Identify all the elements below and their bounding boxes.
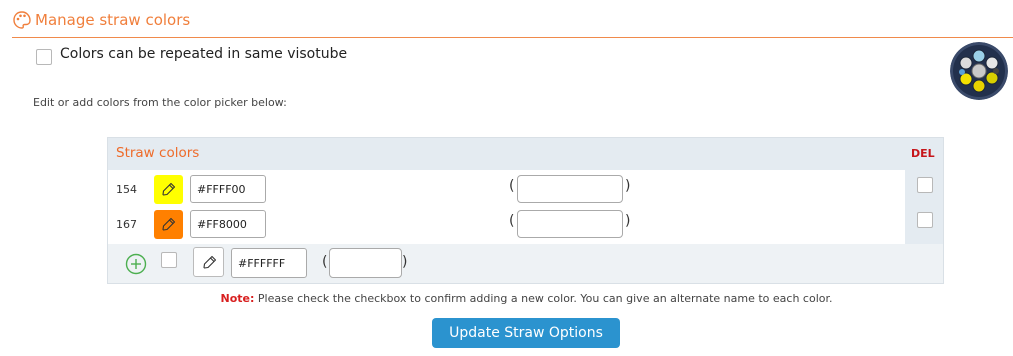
delete-checkbox[interactable]	[917, 177, 933, 193]
section-header: Manage straw colors	[12, 8, 1013, 38]
color-id: 167	[116, 218, 137, 231]
paren-open: (	[509, 178, 515, 194]
color-swatch-button[interactable]	[154, 210, 183, 239]
instruction-text: Edit or add colors from the color picker…	[33, 96, 287, 109]
alternate-name-input[interactable]	[517, 210, 623, 238]
eyedropper-icon	[203, 255, 217, 269]
paren-close: )	[625, 213, 631, 229]
table-row: 154 #FFFF00 ( )	[108, 172, 933, 205]
eyedropper-icon	[162, 182, 176, 196]
note-label: Note:	[220, 292, 255, 305]
paren-close: )	[402, 254, 408, 270]
visotube-thumbnail	[950, 42, 1008, 100]
table-header: Straw colors DEL	[108, 138, 943, 170]
color-swatch-button[interactable]	[154, 175, 183, 204]
paren-close: )	[625, 178, 631, 194]
hex-input[interactable]: #FF8000	[190, 210, 266, 238]
repeat-colors-checkbox[interactable]	[36, 48, 52, 65]
note-text: Note: Please check the checkbox to confi…	[0, 292, 1013, 305]
color-id: 154	[116, 183, 137, 196]
confirm-new-color-checkbox[interactable]	[161, 252, 177, 268]
update-straw-options-button[interactable]: Update Straw Options	[432, 318, 620, 348]
add-icon[interactable]	[125, 253, 147, 275]
delete-checkbox[interactable]	[917, 212, 933, 228]
straw-colors-table: Straw colors DEL 154 #FFFF00 ( ) 167 #FF…	[107, 137, 944, 284]
page-title: Manage straw colors	[35, 11, 191, 29]
table-row: 167 #FF8000 ( )	[108, 207, 933, 240]
repeat-colors-option[interactable]: Colors can be repeated in same visotube	[36, 46, 347, 66]
hex-input[interactable]: #FFFF00	[190, 175, 266, 203]
alternate-name-input[interactable]	[517, 175, 623, 203]
color-picker-button[interactable]	[193, 247, 224, 277]
new-color-row: #FFFFFF ( )	[108, 244, 943, 283]
eyedropper-icon	[162, 217, 176, 231]
paren-open: (	[509, 213, 515, 229]
paren-open: (	[322, 254, 328, 270]
new-hex-input[interactable]: #FFFFFF	[231, 248, 307, 278]
palette-icon	[13, 11, 31, 29]
new-alternate-name-input[interactable]	[329, 248, 402, 278]
del-header: DEL	[911, 147, 935, 160]
straw-colors-header: Straw colors	[116, 145, 200, 161]
note-body: Please check the checkbox to confirm add…	[254, 292, 833, 305]
repeat-colors-label: Colors can be repeated in same visotube	[60, 46, 348, 62]
